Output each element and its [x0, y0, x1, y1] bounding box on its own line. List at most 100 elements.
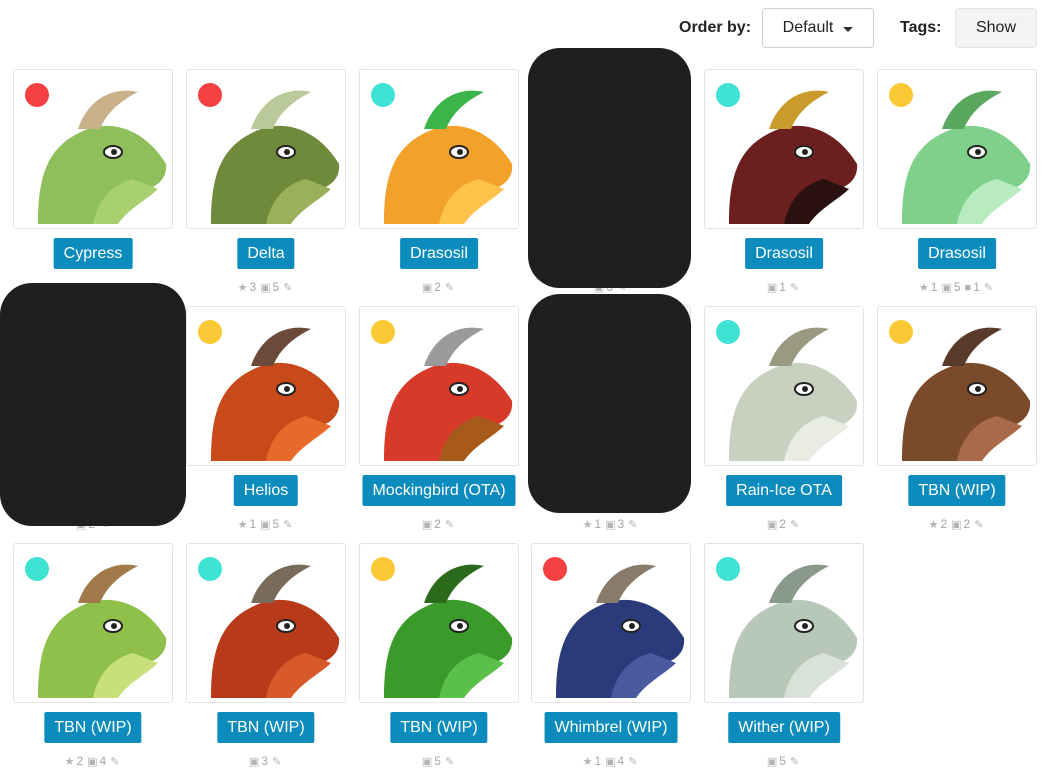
pencil-icon[interactable]: ✎ — [445, 756, 454, 768]
pencil-icon[interactable]: ✎ — [790, 519, 799, 531]
character-stats: ▣2 ✎ — [359, 279, 519, 295]
redaction-mark — [0, 283, 186, 526]
status-dot — [716, 83, 740, 107]
image-icon: ▣ — [605, 519, 616, 531]
tags-show-button[interactable]: Show — [955, 8, 1037, 48]
character-card[interactable]: Helios ★ 1 ▣ 5 ✎ — [186, 306, 346, 531]
character-thumbnail[interactable] — [186, 306, 346, 466]
character-stats: ★ 1 ▣ 5 ■ 1 ✎ — [877, 279, 1037, 295]
tags-label: Tags: — [900, 19, 942, 36]
status-dot — [198, 320, 222, 344]
character-stats: ★ 2 ▣ 2 ✎ — [877, 516, 1037, 532]
character-stats: ▣ 1 ✎ — [704, 279, 864, 295]
character-thumbnail[interactable] — [704, 306, 864, 466]
order-by-label: Order by: — [679, 19, 752, 36]
character-thumbnail[interactable] — [186, 69, 346, 229]
character-name-label[interactable]: Cypress — [53, 238, 133, 269]
character-name-label[interactable]: Drasosil — [745, 238, 823, 269]
pencil-icon[interactable]: ✎ — [283, 282, 292, 294]
character-name-label[interactable]: Helios — [233, 475, 299, 506]
image-icon: ▣ — [941, 282, 952, 294]
favorites-count: 1 — [930, 280, 938, 294]
status-dot — [25, 83, 49, 107]
pencil-icon[interactable]: ✎ — [790, 282, 799, 294]
pencil-icon[interactable]: ✎ — [628, 756, 637, 768]
character-card[interactable]: Drasosil ▣ 1 ✎ — [704, 69, 864, 294]
character-thumbnail[interactable] — [531, 543, 691, 703]
character-card[interactable]: TBN (WIP) ★ 2 ▣ 2 ✎ — [877, 306, 1037, 531]
pencil-icon[interactable]: ✎ — [283, 519, 292, 531]
images-count: 4 — [617, 754, 625, 768]
character-name-label[interactable]: TBN (WIP) — [44, 712, 142, 743]
character-name-label[interactable]: TBN (WIP) — [217, 712, 315, 743]
character-card[interactable]: Delta ★ 3 ▣ 5 ✎ — [186, 69, 346, 294]
character-thumbnail[interactable] — [13, 69, 173, 229]
star-icon: ★ — [582, 519, 593, 531]
character-card[interactable]: Rain-Ice OTA ▣ 2 ✎ — [704, 306, 864, 531]
character-name-label[interactable]: Rain-Ice OTA — [726, 475, 842, 506]
image-icon: ▣ — [421, 519, 433, 531]
character-name-label[interactable]: Drasosil — [918, 238, 996, 269]
status-dot — [716, 557, 740, 581]
status-dot — [198, 83, 222, 107]
image-icon: ▣ — [766, 519, 778, 531]
status-dot — [371, 83, 395, 107]
character-card[interactable]: Mockingbird (OTA) ▣ 2 ✎ — [359, 306, 519, 531]
character-name-label[interactable]: Whimbrel (WIP) — [544, 712, 678, 743]
character-stats: ★ 1 ▣ 5 ✎ — [186, 516, 346, 532]
images-count: 2 — [963, 517, 971, 531]
character-thumbnail[interactable] — [704, 543, 864, 703]
pencil-icon[interactable]: ✎ — [628, 519, 637, 531]
image-icon: ▣ — [605, 756, 616, 768]
character-name-label[interactable]: TBN (WIP) — [908, 475, 1006, 506]
favorites-count: 1 — [594, 517, 602, 531]
character-thumbnail[interactable] — [186, 543, 346, 703]
pencil-icon[interactable]: ✎ — [790, 756, 799, 768]
character-name-label[interactable]: TBN (WIP) — [390, 712, 488, 743]
character-name-label[interactable]: Drasosil — [400, 238, 478, 269]
image-icon: ▣ — [421, 756, 433, 768]
star-icon: ★ — [928, 519, 939, 531]
character-stats: ▣ 3 ✎ — [186, 753, 346, 769]
character-thumbnail[interactable] — [704, 69, 864, 229]
status-dot — [889, 83, 913, 107]
character-name-label[interactable]: Wither (WIP) — [728, 712, 840, 743]
pencil-icon[interactable]: ✎ — [110, 756, 119, 768]
character-thumbnail[interactable] — [359, 543, 519, 703]
character-thumbnail[interactable] — [359, 69, 519, 229]
character-stats: ★ 3 ▣ 5 ✎ — [186, 279, 346, 295]
character-card[interactable]: Whimbrel (WIP) ★ 1 ▣ 4 ✎ — [531, 543, 691, 768]
pencil-icon[interactable]: ✎ — [974, 519, 983, 531]
status-dot — [889, 320, 913, 344]
pencil-icon[interactable]: ✎ — [445, 282, 454, 294]
image-icon: ▣ — [260, 519, 271, 531]
character-card[interactable]: TBN (WIP) ★ 2 ▣ 4 ✎ — [13, 543, 173, 768]
status-dot — [716, 320, 740, 344]
image-icon: ▣ — [260, 282, 271, 294]
image-icon: ▣ — [766, 282, 778, 294]
images-count: 3 — [261, 754, 268, 768]
character-thumbnail[interactable] — [877, 69, 1037, 229]
images-count: 5 — [779, 754, 786, 768]
character-name-label[interactable]: Delta — [237, 238, 295, 269]
character-card[interactable]: Cypress✎ — [13, 69, 173, 294]
character-card[interactable]: Wither (WIP) ▣ 5 ✎ — [704, 543, 864, 768]
character-card[interactable]: Drasosil ▣ 2 ✎ — [359, 69, 519, 294]
order-by-value: Default — [782, 19, 834, 36]
character-stats: ▣2 ✎ — [359, 516, 519, 532]
pencil-icon[interactable]: ✎ — [445, 519, 454, 531]
character-card[interactable]: Drasosil ★ 1 ▣ 5 ■ 1 ✎ — [877, 69, 1037, 294]
character-thumbnail[interactable] — [13, 543, 173, 703]
character-thumbnail[interactable] — [877, 306, 1037, 466]
character-stats: ★ 1 ▣ 3 ✎ — [531, 516, 691, 532]
pencil-icon[interactable]: ✎ — [272, 756, 281, 768]
images-count: 5 — [272, 517, 280, 531]
favorites-count: 2 — [940, 517, 948, 531]
order-by-dropdown[interactable]: Default — [762, 8, 874, 48]
character-card[interactable]: TBN (WIP) ▣ 3 ✎ — [186, 543, 346, 768]
image-icon: ▣ — [421, 282, 433, 294]
character-thumbnail[interactable] — [359, 306, 519, 466]
pencil-icon[interactable]: ✎ — [984, 282, 993, 294]
character-card[interactable]: TBN (WIP) ▣ 5 ✎ — [359, 543, 519, 768]
character-name-label[interactable]: Mockingbird (OTA) — [362, 475, 516, 506]
